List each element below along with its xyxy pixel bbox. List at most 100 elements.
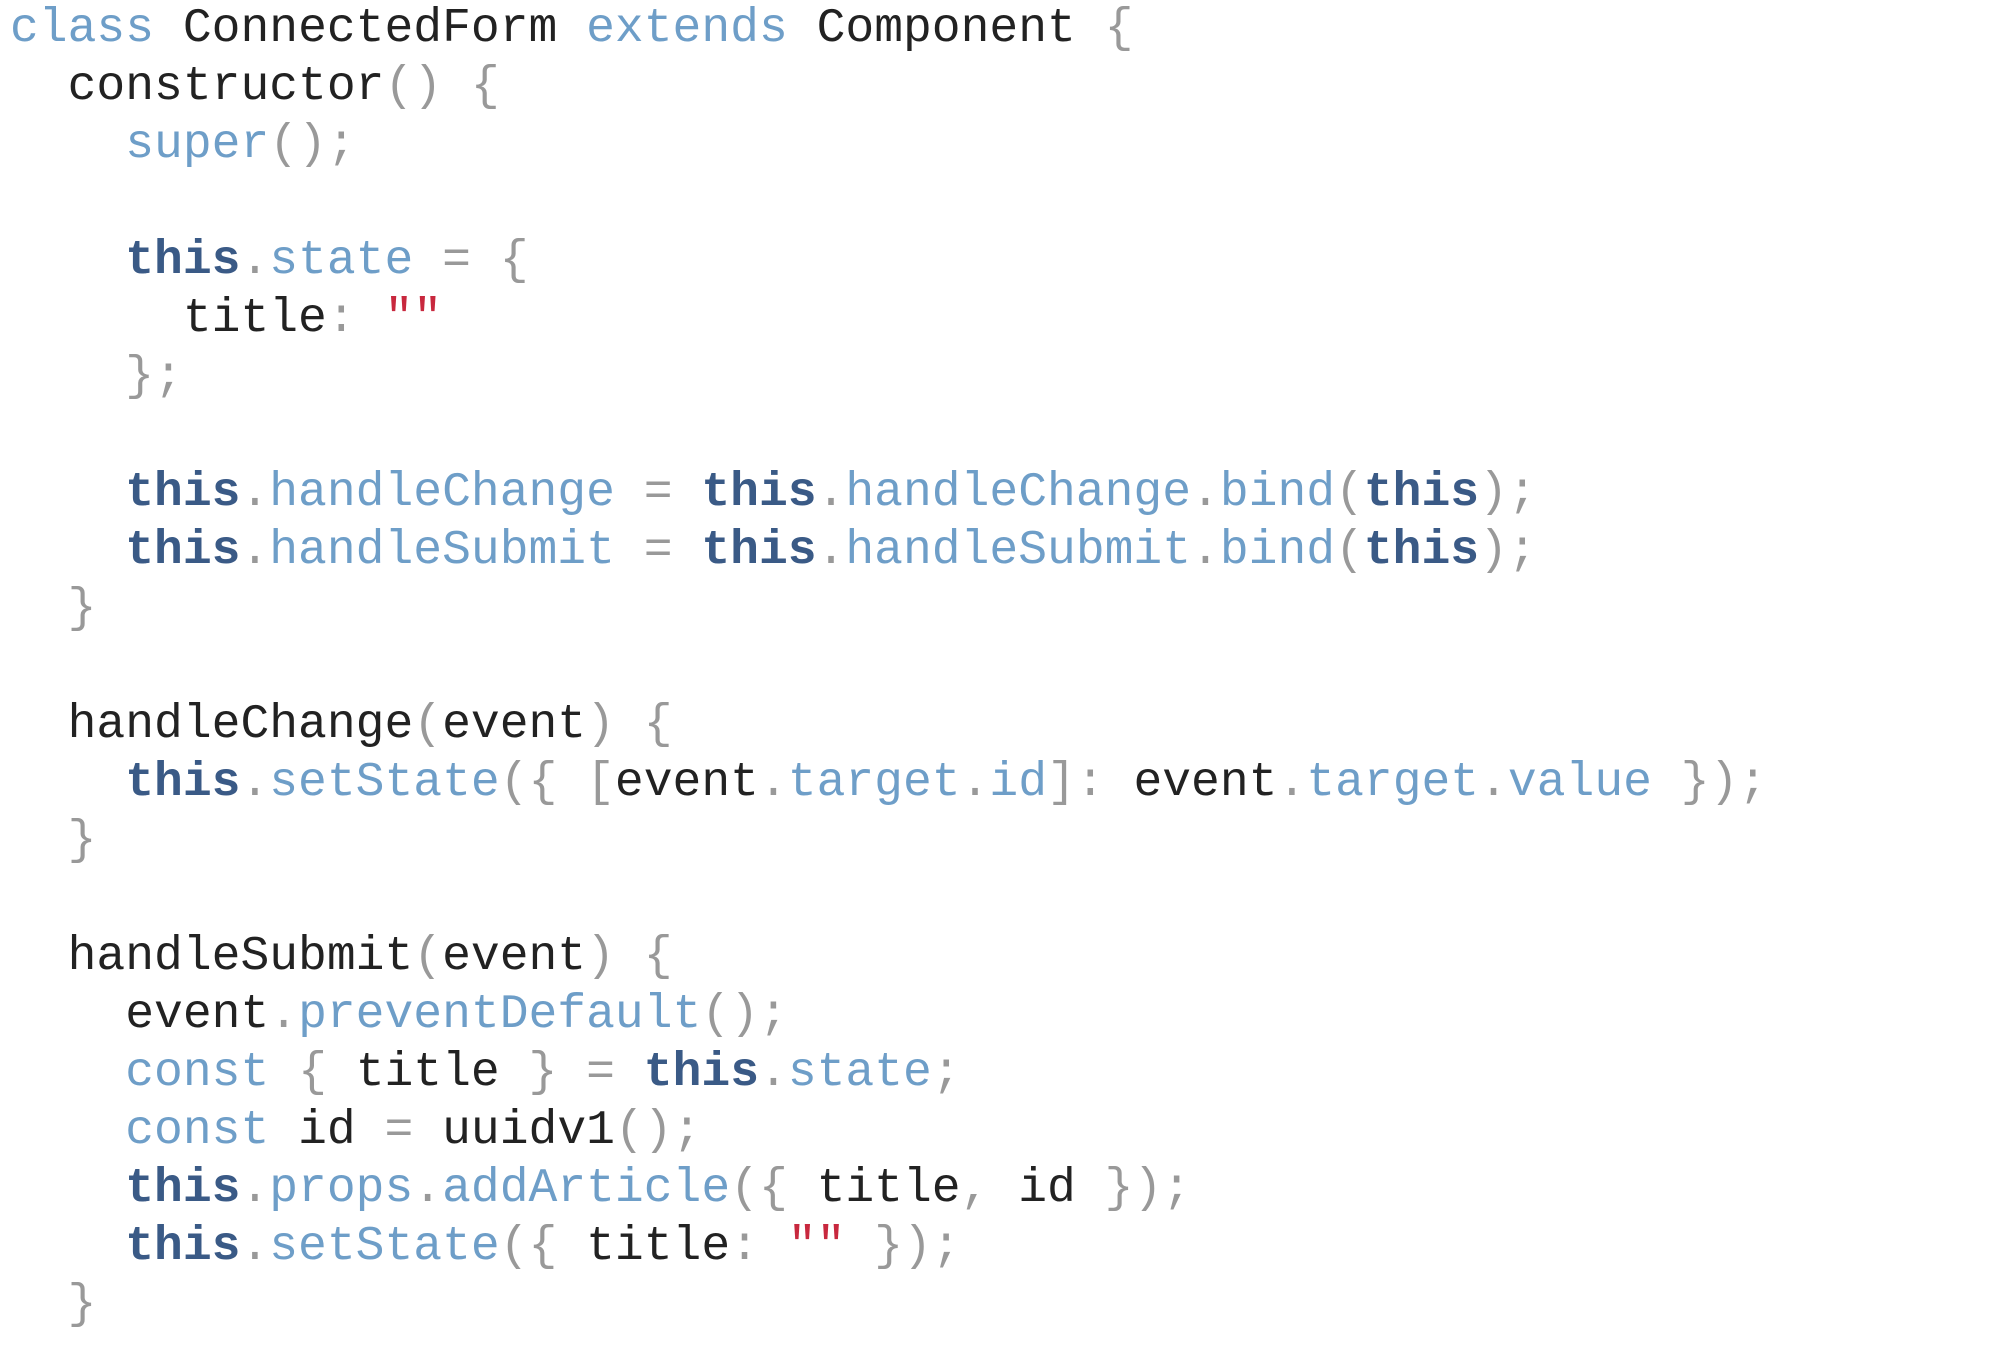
property-token: bind [1219, 524, 1336, 578]
property-token: target [787, 756, 961, 810]
punctuation-token: (); [269, 118, 356, 172]
code-line: this.handleSubmit = this.handleSubmit.bi… [10, 522, 1767, 580]
identifier-token: event [1133, 756, 1278, 810]
code-line: super(); [10, 116, 1767, 174]
code-line: const { title } = this.state; [10, 1044, 1767, 1102]
code-line: handleChange(event) { [10, 696, 1767, 754]
code-line: ​ [10, 406, 1767, 464]
identifier-token: title [355, 1046, 500, 1100]
punctuation-token: , [960, 1162, 990, 1216]
property-token: state [787, 1046, 932, 1100]
punctuation-token: ({ [499, 756, 558, 810]
this-keyword-token: this [125, 1162, 241, 1216]
property-token: value [1507, 756, 1652, 810]
punctuation-token: = [643, 524, 673, 578]
punctuation-token: ; [931, 1046, 961, 1100]
code-line: this.setState({ title: "" }); [10, 1218, 1767, 1276]
identifier-token: handleChange [67, 698, 414, 752]
punctuation-token: { [643, 698, 673, 752]
punctuation-token: } [67, 814, 97, 868]
property-token: bind [1219, 466, 1336, 520]
punctuation-token: ) [586, 698, 615, 752]
punctuation-token: . [759, 1046, 788, 1100]
punctuation-token: ( [413, 930, 443, 984]
code-line: this.setState({ [event.target.id]: event… [10, 754, 1767, 812]
punctuation-token: (); [614, 1104, 702, 1158]
punctuation-token: . [816, 524, 846, 578]
this-keyword-token: this [701, 524, 817, 578]
keyword-token: extends [586, 2, 788, 56]
this-keyword-token: this [125, 466, 241, 520]
property-token: state [269, 234, 414, 288]
identifier-token: uuidv1 [442, 1104, 615, 1158]
punctuation-token: ({ [499, 1220, 558, 1274]
punctuation-token: ); [1479, 466, 1537, 520]
property-token: handleSubmit [845, 524, 1192, 578]
punctuation-token: . [240, 234, 270, 288]
punctuation-token: ) [586, 930, 615, 984]
punctuation-token: = [586, 1046, 615, 1100]
keyword-token: const [125, 1046, 270, 1100]
this-keyword-token: this [1363, 524, 1480, 578]
punctuation-token: . [960, 756, 990, 810]
punctuation-token: (); [701, 988, 788, 1042]
this-keyword-token: this [643, 1046, 759, 1100]
identifier-token: title [182, 292, 327, 346]
identifier-token: title [816, 1162, 961, 1216]
punctuation-token: } [67, 1278, 97, 1332]
punctuation-token: . [1191, 466, 1220, 520]
punctuation-token: { [499, 234, 529, 288]
punctuation-token: . [1277, 756, 1307, 810]
punctuation-token: . [240, 756, 270, 810]
string-token: "" [384, 292, 443, 346]
identifier-token: event [614, 756, 759, 810]
identifier-token: title [586, 1220, 731, 1274]
punctuation-token: ( [1335, 466, 1364, 520]
punctuation-token: . [240, 1162, 270, 1216]
code-line: } [10, 1276, 1767, 1334]
code-line: ​ [10, 870, 1767, 928]
identifier-token: ConnectedForm [182, 2, 558, 56]
identifier-token: handleSubmit [67, 930, 414, 984]
punctuation-token: } [528, 1046, 558, 1100]
punctuation-token: . [240, 466, 270, 520]
punctuation-token: [ [586, 756, 615, 810]
code-line: ​ [10, 638, 1767, 696]
code-line: constructor() { [10, 58, 1767, 116]
code-line: } [10, 812, 1767, 870]
punctuation-token: }); [1104, 1162, 1192, 1216]
identifier-token: event [442, 698, 587, 752]
identifier-token: id [298, 1104, 356, 1158]
keyword-token: const [125, 1104, 270, 1158]
punctuation-token: . [1479, 756, 1508, 810]
property-token: setState [269, 1220, 500, 1274]
this-keyword-token: this [701, 466, 817, 520]
identifier-token: id [1018, 1162, 1076, 1216]
